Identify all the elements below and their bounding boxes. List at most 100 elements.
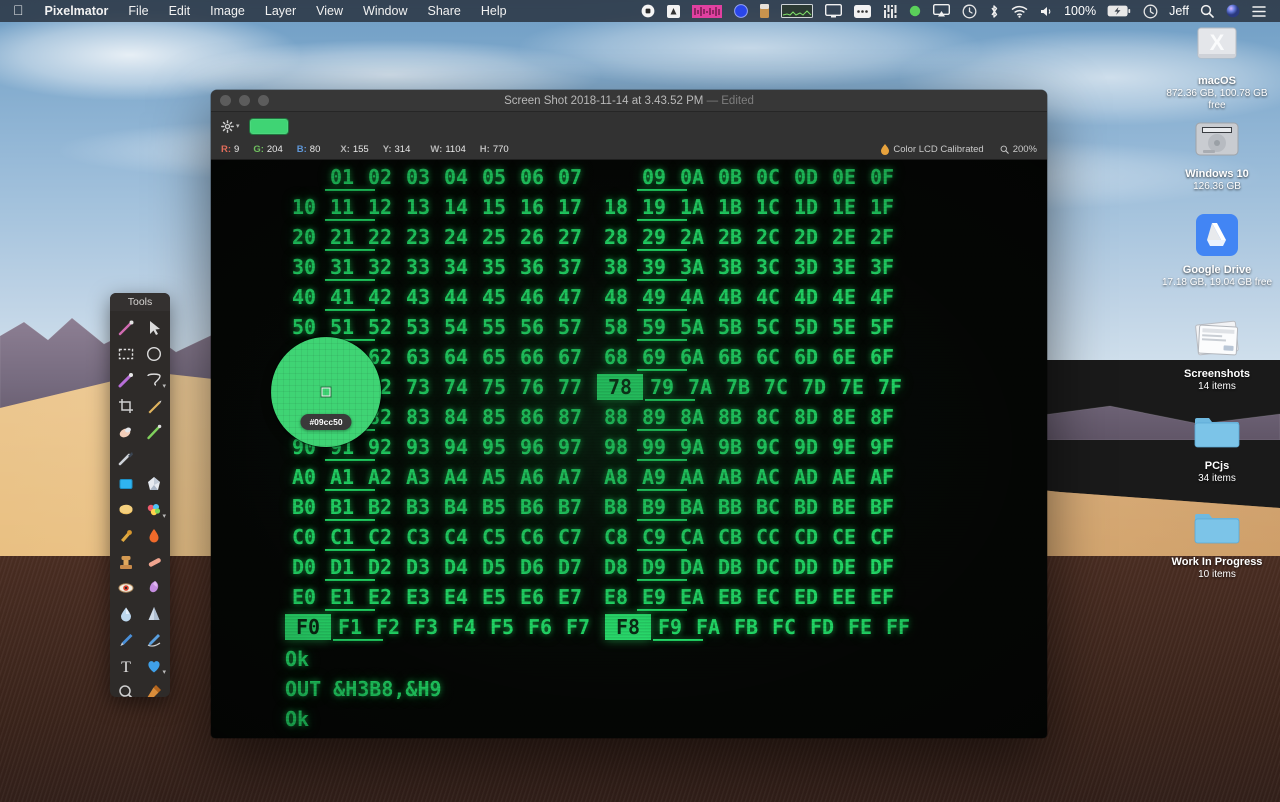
chevron-down-icon[interactable]: ▾ — [162, 383, 166, 390]
activity-graph-icon[interactable] — [775, 0, 819, 22]
hex-cell: 43 — [399, 284, 437, 310]
color-picker-eyedropper-tool[interactable] — [140, 679, 168, 697]
menu-item-share[interactable]: Share — [418, 0, 471, 22]
arrange-move-tool[interactable] — [140, 315, 168, 341]
desktop-icon-screenshots[interactable]: Screenshots 14 items — [1157, 313, 1277, 393]
chevron-down-icon[interactable]: ▾ — [162, 669, 166, 676]
blur-tool[interactable] — [112, 601, 140, 627]
time-machine-icon[interactable] — [956, 0, 983, 22]
paint-brush-tool[interactable] — [140, 419, 168, 445]
sharpen-tool[interactable] — [140, 601, 168, 627]
gear-menu-button[interactable]: ▾ — [221, 120, 240, 133]
hex-cell: 20 — [285, 224, 323, 250]
foreground-color-swatch[interactable] — [249, 118, 289, 135]
clone-stamp-tool[interactable] — [112, 549, 140, 575]
traffic-lights[interactable] — [211, 95, 269, 106]
window-toolbar[interactable]: ▾ — [211, 112, 1047, 140]
freeform-pen-tool[interactable] — [140, 627, 168, 653]
siri-orb-icon[interactable] — [1220, 0, 1246, 22]
pixelate-tool[interactable] — [112, 497, 140, 523]
window-title-bar[interactable]: Screen Shot 2018-11-14 at 3.43.52 PM — E… — [211, 90, 1047, 112]
eraser-tool[interactable] — [112, 445, 140, 471]
bluetooth-icon[interactable] — [983, 0, 1005, 22]
hex-cell: F5 — [483, 614, 521, 640]
magic-wand-tool[interactable] — [112, 367, 140, 393]
menu-bar-extras[interactable]: 100% Jeff — [635, 0, 1280, 22]
hex-cell: B4 — [437, 494, 475, 520]
menu-item-image[interactable]: Image — [200, 0, 255, 22]
menu-bar-items[interactable]:  Pixelmator File Edit Image Layer View … — [0, 0, 517, 22]
image-canvas[interactable]: 01020304050607 090A0B0C0D0E0F10111213141… — [211, 160, 1047, 738]
tools-grid[interactable]: ▾ ▾ T ▾ — [110, 311, 170, 697]
gradient-fill-tool[interactable] — [140, 471, 168, 497]
zoom-level[interactable]: 200% — [1000, 144, 1037, 155]
shape-tool[interactable]: ▾ — [140, 653, 168, 679]
sponge-tool[interactable] — [140, 575, 168, 601]
zoom-level-value: 200% — [1013, 144, 1037, 155]
color-picker-loupe[interactable]: #09cc50 — [271, 337, 381, 447]
desktop-icon-sub: 126.36 GB — [1193, 181, 1241, 193]
menu-item-layer[interactable]: Layer — [255, 0, 306, 22]
burn-tool[interactable] — [112, 523, 140, 549]
color-profile[interactable]: Color LCD Calibrated — [881, 144, 983, 155]
menu-item-edit[interactable]: Edit — [159, 0, 201, 22]
google-drive-icon[interactable] — [661, 0, 686, 22]
zoom-tool[interactable] — [112, 679, 140, 697]
green-dot-icon[interactable] — [903, 0, 927, 22]
zoom-button[interactable] — [258, 95, 269, 106]
gradient-tool[interactable] — [112, 315, 140, 341]
user-name-label[interactable]: Jeff — [1164, 4, 1194, 18]
airplay-icon[interactable] — [927, 0, 956, 22]
ellipsis-icon[interactable] — [848, 0, 877, 22]
menu-item-pixelmator[interactable]: Pixelmator — [35, 0, 119, 22]
free-select-lasso-tool[interactable]: ▾ — [140, 367, 168, 393]
volume-icon[interactable] — [1034, 0, 1059, 22]
desktop-icon-macos[interactable]: X macOS 872.36 GB, 100.78 GB free — [1157, 20, 1277, 112]
macos-menu-bar[interactable]:  Pixelmator File Edit Image Layer View … — [0, 0, 1280, 22]
desktop-icon-work-in-progress[interactable]: Work In Progress 10 items — [1157, 501, 1277, 581]
slice-tool[interactable] — [140, 393, 168, 419]
hex-cell: 74 — [437, 374, 475, 400]
desktop-icon-google-drive[interactable]: Google Drive 17.18 GB, 19.04 GB free — [1157, 209, 1277, 289]
rectangular-marquee-tool[interactable] — [112, 341, 140, 367]
apple-logo-icon[interactable]:  — [0, 0, 35, 22]
elliptical-marquee-tool[interactable] — [140, 341, 168, 367]
blue-circle-icon[interactable] — [728, 0, 754, 22]
menu-item-window[interactable]: Window — [353, 0, 417, 22]
desktop-icon-pcjs[interactable]: PCjs 34 items — [1157, 405, 1277, 485]
hex-cell: 3E — [825, 254, 863, 280]
chevron-down-icon[interactable]: ▾ — [162, 513, 166, 520]
record-icon[interactable] — [635, 0, 661, 22]
hex-cell: 8E — [825, 404, 863, 430]
battery-percent-label[interactable]: 100% — [1059, 4, 1101, 18]
menu-item-help[interactable]: Help — [471, 0, 517, 22]
pen-tool[interactable] — [112, 627, 140, 653]
display-icon[interactable] — [819, 0, 848, 22]
menu-item-file[interactable]: File — [118, 0, 158, 22]
notification-center-icon[interactable] — [1246, 0, 1272, 22]
chevron-down-icon[interactable]: ▾ — [236, 122, 240, 130]
tools-palette[interactable]: Tools ▾ ▾ T ▾ — [110, 293, 170, 697]
crop-tool[interactable] — [112, 393, 140, 419]
paint-bucket-fill-tool[interactable] — [112, 471, 140, 497]
dodge-tool[interactable] — [140, 523, 168, 549]
audio-waveform-icon[interactable] — [686, 0, 728, 22]
type-tool[interactable]: T — [112, 653, 140, 679]
close-button[interactable] — [220, 95, 231, 106]
menu-item-view[interactable]: View — [306, 0, 353, 22]
spotlight-search-icon[interactable] — [1194, 0, 1220, 22]
pixelmator-window[interactable]: Screen Shot 2018-11-14 at 3.43.52 PM — E… — [211, 90, 1047, 738]
battery-meter-icon[interactable] — [754, 0, 775, 22]
lighten-tool[interactable] — [140, 549, 168, 575]
red-eye-tool[interactable] — [112, 575, 140, 601]
minimize-button[interactable] — [239, 95, 250, 106]
wifi-icon[interactable] — [1005, 0, 1034, 22]
repair-heal-tool[interactable] — [112, 419, 140, 445]
battery-icon[interactable] — [1101, 0, 1137, 22]
siri-icon[interactable] — [1137, 0, 1164, 22]
desktop-icon-sub: 14 items — [1198, 381, 1236, 393]
equalizer-icon[interactable] — [877, 0, 903, 22]
hex-cell: B6 — [513, 494, 551, 520]
smudge-tool[interactable]: ▾ — [140, 497, 168, 523]
desktop-icon-windows-10[interactable]: Windows 10 126.36 GB — [1157, 113, 1277, 193]
